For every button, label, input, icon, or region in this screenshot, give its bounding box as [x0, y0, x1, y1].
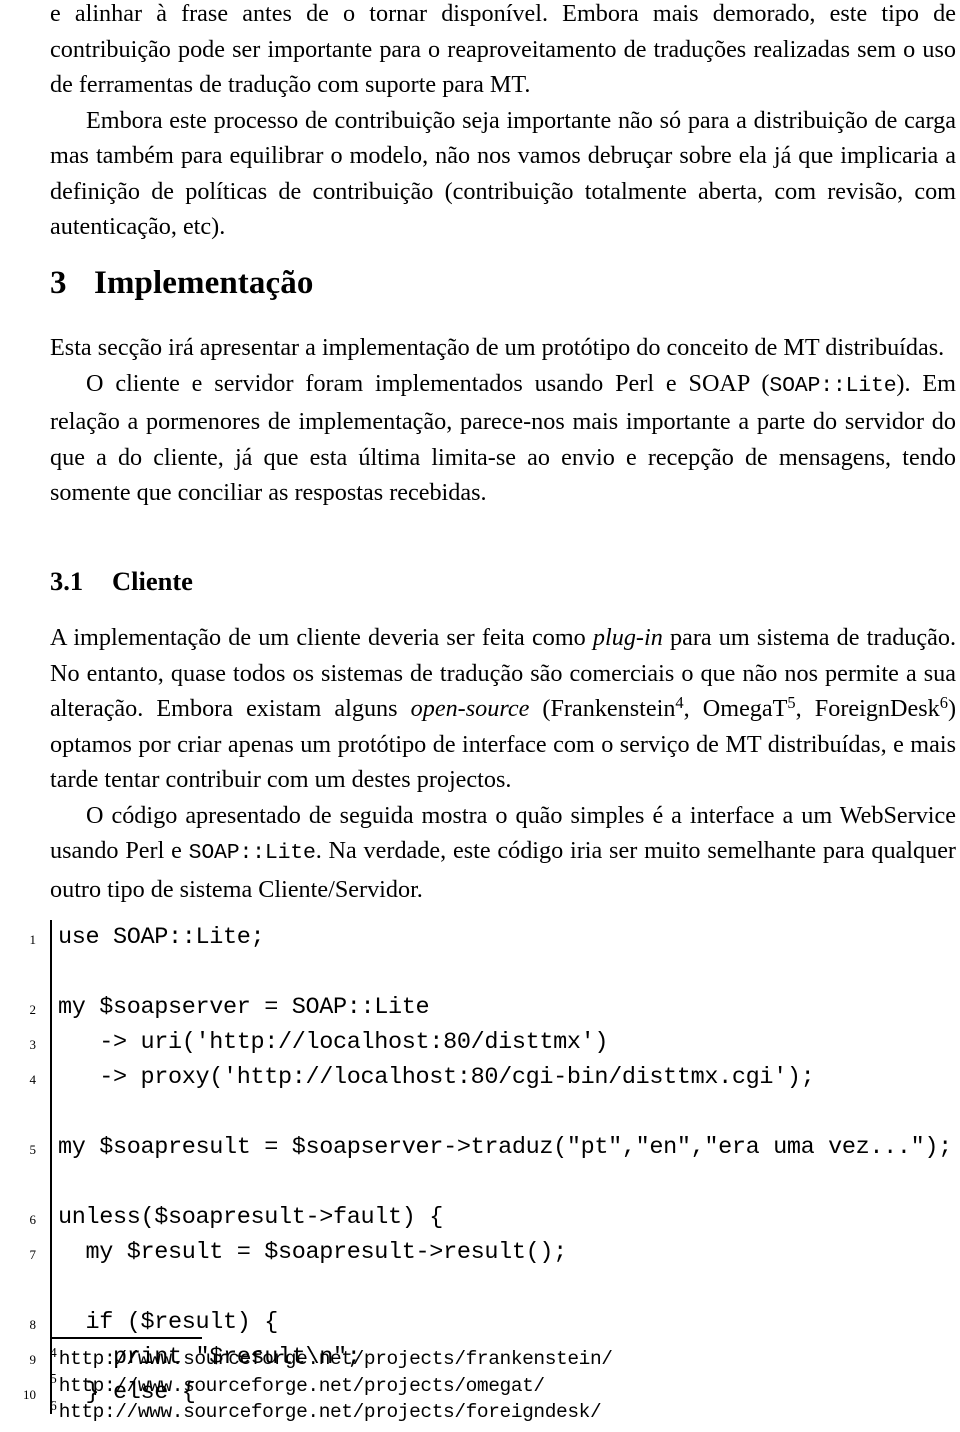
inline-code-soap-lite: SOAP::Lite	[769, 373, 897, 398]
footnote-item: 6 http://www.sourceforge.net/projects/for…	[50, 1399, 956, 1426]
line-number: 9	[29, 1352, 37, 1367]
paragraph-continuation: e alinhar à frase antes de o tornar disp…	[50, 0, 956, 98]
text-run: , ForeignDesk	[795, 695, 940, 722]
code-line: 7 my $result = $soapresult->result();	[0, 1235, 960, 1270]
footnote-url[interactable]: http://www.sourceforge.net/projects/fran…	[59, 1348, 613, 1370]
code-text: if ($result) {	[58, 1309, 279, 1336]
paragraph-code-intro: O código apresentado de seguida mostra o…	[50, 798, 956, 908]
subsection-3-1-body: A implementação de um cliente deveria se…	[50, 620, 956, 907]
code-line: 8 if ($result) {	[0, 1305, 960, 1340]
line-number: 6	[29, 1212, 37, 1227]
footnote-item: 5 http://www.sourceforge.net/projects/ome…	[50, 1371, 956, 1400]
code-line: 5 my $soapresult = $soapserver->traduz("p…	[0, 1130, 960, 1165]
intro-paragraph-block: e alinhar à frase antes de o tornar disp…	[50, 0, 956, 245]
code-line: 2 my $soapserver = SOAP::Lite	[0, 990, 960, 1025]
code-text: my $result = $soapresult->result();	[58, 1239, 568, 1266]
section-number: 3	[50, 265, 67, 301]
footnote-number: 4	[50, 1344, 57, 1360]
footnote-number: 6	[50, 1397, 57, 1413]
inline-code-soap-lite-2: SOAP::Lite	[188, 841, 316, 865]
line-number: 7	[29, 1247, 37, 1262]
footnote-url[interactable]: http://www.sourceforge.net/projects/fore…	[59, 1401, 602, 1423]
text-run: O cliente e servidor foram implementados…	[86, 369, 770, 397]
footnote-separator-rule	[50, 1337, 202, 1339]
code-line: 4 -> proxy('http://localhost:80/cgi-bin/…	[0, 1060, 960, 1095]
text-run: , OmegaT	[683, 695, 788, 722]
footnote-number: 5	[50, 1371, 57, 1387]
section-title: Implementação	[94, 265, 314, 301]
code-text: -> proxy('http://localhost:80/cgi-bin/di…	[58, 1064, 815, 1091]
line-number: 8	[29, 1317, 37, 1332]
section-3-body: Esta secção irá apresentar a implementaç…	[50, 330, 956, 511]
code-text: unless($soapresult->fault) {	[58, 1204, 444, 1231]
code-text: -> uri('http://localhost:80/disttmx')	[58, 1029, 609, 1056]
document-page: e alinhar à frase antes de o tornar disp…	[0, 0, 960, 1432]
code-line: 3 -> uri('http://localhost:80/disttmx')	[0, 1025, 960, 1060]
code-line: 6 unless($soapresult->fault) {	[0, 1200, 960, 1235]
subsection-title: Cliente	[112, 566, 193, 596]
subsection-heading-block: 3.1 Cliente	[50, 565, 956, 597]
paragraph-section-intro: Esta secção irá apresentar a implementaç…	[50, 334, 945, 361]
code-line: 1 use SOAP::Lite;	[0, 920, 960, 955]
footnote-marker-4: 4	[675, 693, 684, 713]
emphasis-open-source: open-source	[410, 695, 530, 722]
footnote-area: 4 http://www.sourceforge.net/projects/fra…	[50, 1337, 956, 1426]
footnote-item: 4 http://www.sourceforge.net/projects/fra…	[50, 1346, 956, 1373]
footnote-marker-5: 5	[787, 693, 796, 713]
line-number: 2	[29, 1002, 37, 1017]
code-text: use SOAP::Lite;	[58, 924, 265, 951]
paragraph-contribution-policies: Embora este processo de contribuição sej…	[50, 106, 956, 241]
subsection-number: 3.1	[50, 566, 84, 596]
code-text: my $soapresult = $soapserver->traduz("pt…	[58, 1134, 952, 1161]
emphasis-plug-in: plug-in	[592, 624, 663, 651]
footnote-list: 4 http://www.sourceforge.net/projects/fra…	[50, 1346, 956, 1426]
text-run: A implementação de um cliente deveria se…	[50, 624, 593, 651]
section-heading-block: 3 Implementação	[50, 263, 956, 303]
line-number: 10	[23, 1387, 36, 1402]
line-number: 4	[29, 1072, 37, 1087]
subsection-3-1-heading: 3.1 Cliente	[50, 565, 956, 597]
code-text: my $soapserver = SOAP::Lite	[58, 994, 430, 1021]
text-run: (Frankenstein	[529, 695, 676, 722]
paragraph-client-plugin: A implementação de um cliente deveria se…	[50, 620, 956, 798]
section-3-heading: 3 Implementação	[50, 263, 956, 303]
line-number: 5	[29, 1142, 37, 1157]
line-number: 3	[29, 1037, 37, 1052]
paragraph-client-server-impl: O cliente e servidor foram implementados…	[50, 366, 956, 511]
footnote-marker-6: 6	[939, 693, 948, 713]
footnote-url[interactable]: http://www.sourceforge.net/projects/omeg…	[59, 1375, 545, 1397]
line-number: 1	[29, 932, 37, 947]
